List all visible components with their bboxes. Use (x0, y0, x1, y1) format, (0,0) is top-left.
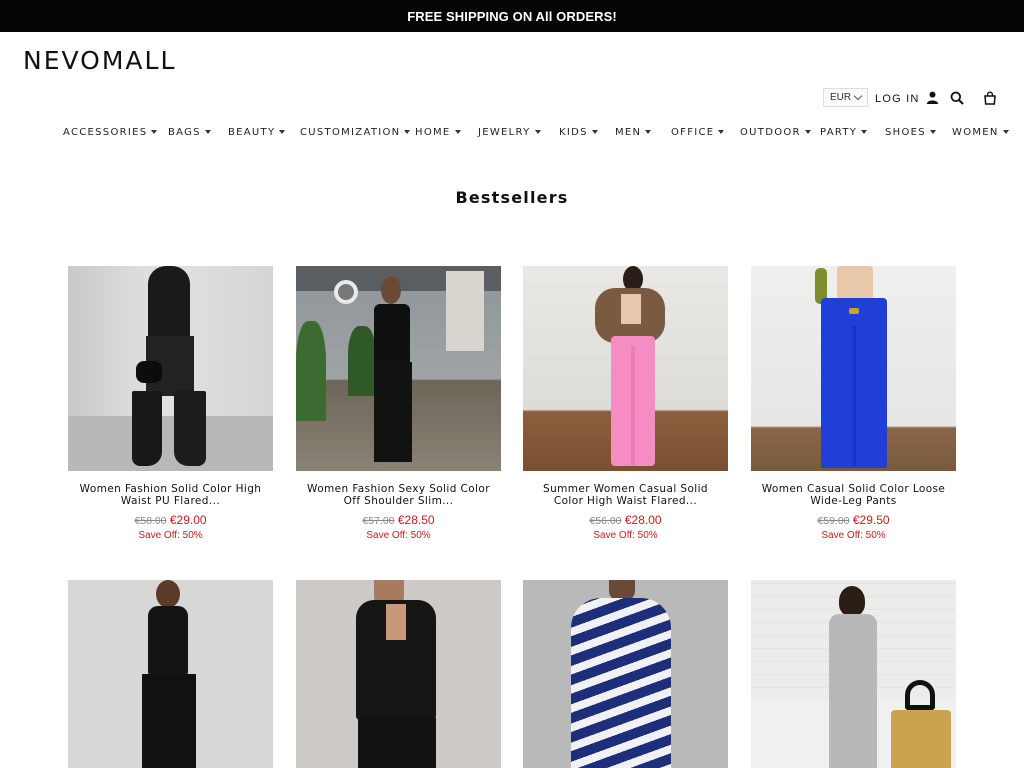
chevron-down-icon (853, 91, 863, 100)
caret-down-icon (151, 130, 158, 134)
caret-down-icon (804, 130, 811, 134)
product-prices: €57.00 €28.50 (296, 513, 501, 527)
product-card[interactable] (296, 580, 501, 768)
product-card[interactable]: Summer Women Casual Solid Color High Wai… (523, 266, 728, 541)
sale-price: €29.50 (852, 513, 890, 527)
sale-price: €28.50 (397, 513, 435, 527)
nav-item-women[interactable]: WOMEN (952, 124, 1009, 142)
nav-item-office[interactable]: OFFICE (671, 124, 725, 142)
caret-down-icon (534, 130, 541, 134)
caret-down-icon (279, 130, 286, 134)
product-card[interactable]: Women Fashion Sexy Solid Color Off Shoul… (296, 266, 501, 541)
currency-value: EUR (829, 92, 852, 103)
caret-down-icon (861, 130, 868, 134)
caret-down-icon (591, 130, 598, 134)
nav-item-party[interactable]: PARTY (820, 124, 868, 142)
save-badge: Save Off: 50% (138, 530, 203, 541)
old-price: €56.00 (589, 515, 622, 527)
product-name[interactable]: Women Fashion Sexy Solid Color Off Shoul… (296, 483, 501, 507)
old-price: €59.00 (817, 515, 850, 527)
nav-item-customization[interactable]: CUSTOMIZATION (300, 124, 411, 142)
product-name[interactable]: Women Casual Solid Color Loose Wide-Leg … (751, 483, 956, 507)
product-card[interactable] (523, 580, 728, 768)
nav-item-outdoor[interactable]: OUTDOOR (740, 124, 811, 142)
sale-price: €29.00 (169, 513, 207, 527)
announcement-bar: FREE SHIPPING ON All ORDERS! (0, 0, 1024, 32)
cart-icon[interactable] (981, 89, 999, 107)
save-badge: Save Off: 50% (366, 530, 431, 541)
nav-item-shoes[interactable]: SHOES (885, 124, 936, 142)
nav-item-bags[interactable]: BAGS (168, 124, 211, 142)
product-image[interactable] (751, 266, 956, 471)
caret-down-icon (204, 130, 211, 134)
caret-down-icon (1002, 130, 1009, 134)
product-image[interactable] (296, 266, 501, 471)
nav-item-beauty[interactable]: BEAUTY (228, 124, 286, 142)
login-label: LOG IN (875, 93, 920, 105)
caret-down-icon (404, 130, 411, 134)
nav-item-accessories[interactable]: ACCESSORIES (63, 124, 158, 142)
product-card[interactable] (751, 580, 956, 768)
product-image[interactable] (523, 266, 728, 471)
product-card[interactable] (68, 580, 273, 768)
product-name[interactable]: Women Fashion Solid Color High Waist PU … (68, 483, 273, 507)
currency-selector[interactable]: EUR (823, 88, 868, 107)
sale-price: €28.00 (624, 513, 662, 527)
product-card[interactable]: Women Fashion Solid Color High Waist PU … (68, 266, 273, 541)
save-badge: Save Off: 50% (821, 530, 886, 541)
save-badge: Save Off: 50% (593, 530, 658, 541)
old-price: €58.00 (134, 515, 167, 527)
product-name[interactable]: Summer Women Casual Solid Color High Wai… (523, 483, 728, 507)
announcement-text: FREE SHIPPING ON All ORDERS! (407, 8, 617, 24)
search-icon[interactable] (948, 89, 966, 107)
product-image[interactable] (751, 580, 956, 768)
product-image[interactable] (68, 266, 273, 471)
brand-logo[interactable]: NEVOMALL (23, 46, 176, 76)
product-image[interactable] (523, 580, 728, 768)
section-title: Bestsellers (455, 188, 569, 207)
product-card[interactable]: Women Casual Solid Color Loose Wide-Leg … (751, 266, 956, 541)
caret-down-icon (454, 130, 461, 134)
login-link[interactable]: LOG IN (875, 91, 939, 107)
product-image[interactable] (296, 580, 501, 768)
nav-item-men[interactable]: MEN (615, 124, 652, 142)
product-prices: €59.00 €29.50 (751, 513, 956, 527)
nav-item-kids[interactable]: KIDS (559, 124, 598, 142)
caret-down-icon (645, 130, 652, 134)
product-image[interactable] (68, 580, 273, 768)
product-prices: €56.00 €28.00 (523, 513, 728, 527)
old-price: €57.00 (362, 515, 395, 527)
nav-item-home[interactable]: HOME (415, 124, 461, 142)
nav-item-jewelry[interactable]: JEWELRY (478, 124, 541, 142)
main-nav: ACCESSORIES BAGS BEAUTY CUSTOMIZATION HO… (0, 124, 1024, 142)
caret-down-icon (718, 130, 725, 134)
product-prices: €58.00 €29.00 (68, 513, 273, 527)
user-icon (926, 91, 939, 107)
caret-down-icon (929, 130, 936, 134)
